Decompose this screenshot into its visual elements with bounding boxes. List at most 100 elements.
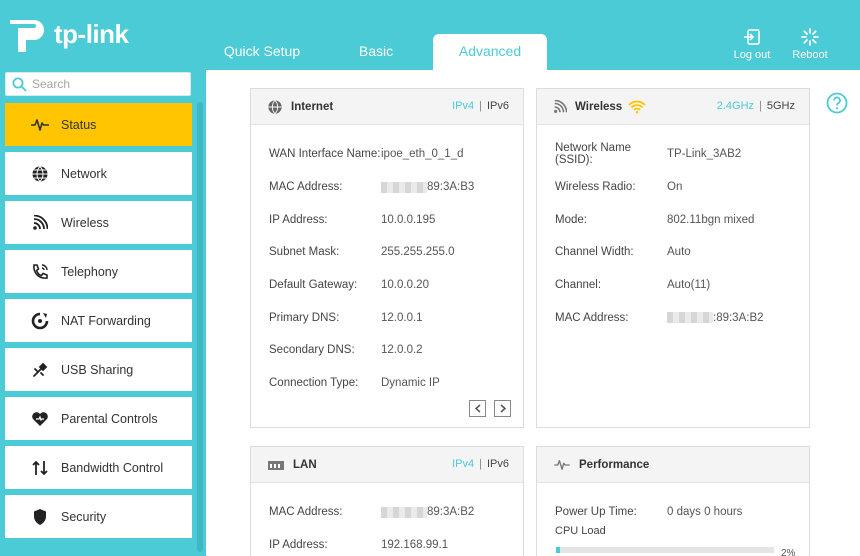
search-box[interactable] xyxy=(5,72,191,96)
logo-text: tp-link xyxy=(54,18,129,49)
info-label: Wireless Radio: xyxy=(555,181,636,194)
info-value: Auto xyxy=(667,246,691,259)
info-row: MAC Address: 89:3A:B2 xyxy=(251,496,523,529)
info-value: 0 days 0 hours xyxy=(667,506,743,519)
tab-basic[interactable]: Basic xyxy=(319,34,433,70)
logout-button[interactable]: Log out xyxy=(727,28,777,61)
internet-info-list: WAN Interface Name: ipoe_eth_0_1_d MAC Ad… xyxy=(251,125,523,400)
ipv6-link[interactable]: IPv6 xyxy=(487,458,509,470)
info-value: TP-Link_3AB2 xyxy=(667,148,742,161)
info-label: Subnet Mask: xyxy=(269,246,340,259)
info-value: On xyxy=(667,181,683,194)
lan-card: LAN IPv4 | IPv6 MAC Address: 89:3A:B2 IP … xyxy=(250,446,524,556)
logout-label: Log out xyxy=(733,49,771,61)
sidebar-item-nat-forwarding[interactable]: NAT Forwarding xyxy=(5,299,192,342)
help-button[interactable] xyxy=(826,92,848,117)
sidebar-item-wireless[interactable]: Wireless xyxy=(5,201,192,244)
tp-link-logo[interactable]: tp-link xyxy=(6,14,129,54)
info-row: IP Address: 10.0.0.195 xyxy=(251,203,523,236)
wireless-info-list: Network Name (SSID): TP-Link_3AB2 Wireles… xyxy=(537,125,809,334)
help-icon xyxy=(826,92,848,114)
phone-icon xyxy=(29,261,51,283)
sidebar-item-security[interactable]: Security xyxy=(5,495,192,538)
ip-version-switch: IPv4 | IPv6 xyxy=(452,458,509,470)
logout-icon xyxy=(744,29,760,45)
shield-icon xyxy=(29,506,51,528)
info-value: Dynamic IP xyxy=(381,377,440,390)
lan-info-list: MAC Address: 89:3A:B2 IP Address: 192.168.… xyxy=(251,483,523,556)
internet-card: Internet IPv4 | IPv6 WAN Interface Name:… xyxy=(250,88,524,428)
sidebar-menu: Status Network Wireless Telephony NAT Fo… xyxy=(5,103,192,544)
info-label: Power Up Time: xyxy=(555,506,637,519)
ipv4-link[interactable]: IPv4 xyxy=(452,100,474,112)
wireless-card: Wireless 2.4GHz | 5GHz Network Name (SSI… xyxy=(536,88,810,428)
info-value: 10.0.0.195 xyxy=(381,213,436,226)
sidebar-item-label: Bandwidth Control xyxy=(61,460,164,475)
cpu-load-fill xyxy=(556,547,561,553)
info-label: Primary DNS: xyxy=(269,311,340,324)
sidebar-item-label: Parental Controls xyxy=(61,411,158,426)
sidebar-item-status[interactable]: Status xyxy=(5,103,192,146)
search-input[interactable] xyxy=(32,76,182,92)
info-row: Wireless Radio: On xyxy=(537,171,809,204)
tab-quick-setup[interactable]: Quick Setup xyxy=(205,34,319,70)
prev-page-button[interactable] xyxy=(469,400,486,417)
sidebar-scrollbar[interactable] xyxy=(197,102,203,552)
internet-title: Internet xyxy=(291,100,334,113)
info-value: 12.0.0.1 xyxy=(381,311,423,324)
tab-advanced[interactable]: Advanced xyxy=(433,34,547,70)
wifi-icon xyxy=(29,212,51,234)
sidebar-item-label: Status xyxy=(61,117,97,132)
lan-port-icon xyxy=(267,459,285,471)
info-label: Channel Width: xyxy=(555,246,634,259)
info-row: Mode: 802.11bgn mixed xyxy=(537,203,809,236)
separator: | xyxy=(759,100,762,112)
lan-card-header: LAN IPv4 | IPv6 xyxy=(251,447,523,483)
cpu-load-bar xyxy=(556,547,774,553)
info-value: 10.0.0.20 xyxy=(381,279,429,292)
reboot-button[interactable]: Reboot xyxy=(785,28,835,61)
info-label: Mode: xyxy=(555,213,587,226)
info-label: Channel: xyxy=(555,279,602,292)
performance-card-header: Performance xyxy=(537,447,809,483)
info-row: Primary DNS: 12.0.0.1 xyxy=(251,301,523,334)
band-5ghz-link[interactable]: 5GHz xyxy=(767,100,795,112)
sidebar-item-telephony[interactable]: Telephony xyxy=(5,250,192,293)
main-tabs: Quick Setup Basic Advanced xyxy=(205,34,547,70)
sidebar-item-network[interactable]: Network xyxy=(5,152,192,195)
sidebar-item-bandwidth-control[interactable]: Bandwidth Control xyxy=(5,446,192,489)
info-label: MAC Address: xyxy=(269,506,343,519)
ipv6-link[interactable]: IPv6 xyxy=(487,100,509,112)
nat-icon xyxy=(29,310,51,332)
info-row: IP Address: 192.168.99.1 xyxy=(251,529,523,556)
reboot-label: Reboot xyxy=(792,49,828,61)
info-label: IP Address: xyxy=(269,539,328,552)
globe-icon xyxy=(267,99,283,115)
masked-mac-prefix xyxy=(381,181,427,193)
info-value: :89:3A:B2 xyxy=(713,311,764,324)
info-label: MAC Address: xyxy=(269,181,343,194)
sidebar-item-usb-sharing[interactable]: USB Sharing xyxy=(5,348,192,391)
info-row: WAN Interface Name: ipoe_eth_0_1_d xyxy=(251,138,523,171)
internet-pager xyxy=(469,400,511,417)
info-label: MAC Address: xyxy=(555,311,629,324)
ipv4-link[interactable]: IPv4 xyxy=(452,458,474,470)
info-row: Secondary DNS: 12.0.0.2 xyxy=(251,334,523,367)
masked-mac-prefix xyxy=(667,312,713,324)
info-row: Channel: Auto(11) xyxy=(537,269,809,302)
lan-title: LAN xyxy=(293,458,317,471)
sidebar-item-label: Wireless xyxy=(61,215,109,230)
cpu-load-percent: 2% xyxy=(781,548,796,556)
performance-info-list: Power Up Time: 0 days 0 hours xyxy=(537,483,809,529)
info-label: Connection Type: xyxy=(269,377,359,390)
wireless-title: Wireless xyxy=(575,100,623,113)
search-icon xyxy=(12,77,27,92)
next-page-button[interactable] xyxy=(494,400,511,417)
info-row: Network Name (SSID): TP-Link_3AB2 xyxy=(537,138,809,171)
band-2-4ghz-link[interactable]: 2.4GHz xyxy=(717,100,754,112)
info-row: Default Gateway: 10.0.0.20 xyxy=(251,269,523,302)
sidebar-item-label: Telephony xyxy=(61,264,118,279)
sidebar-item-parental-controls[interactable]: Parental Controls xyxy=(5,397,192,440)
info-value: 89:3A:B2 xyxy=(427,506,475,519)
band-switch: 2.4GHz | 5GHz xyxy=(717,100,795,112)
